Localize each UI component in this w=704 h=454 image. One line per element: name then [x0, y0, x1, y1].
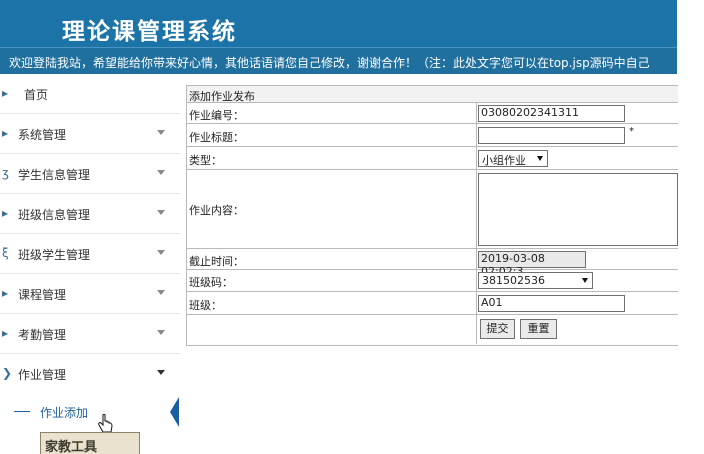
- homework-content-textarea[interactable]: [478, 173, 678, 246]
- form-row-homework-no: 作业编号： 03080202341311: [187, 103, 678, 124]
- sidebar-item-course[interactable]: ▸ 课程管理: [0, 274, 180, 314]
- app-header: 理论课管理系统 欢迎登陆我站，希望能给你带来好心情，其他话语请您自己修改，谢谢合…: [0, 0, 677, 74]
- book-icon: ▸: [2, 286, 9, 300]
- class-code-select[interactable]: 381502536: [478, 272, 593, 289]
- form-row-content: 作业内容：: [187, 170, 678, 249]
- type-select[interactable]: 小组作业: [478, 150, 548, 167]
- system-title: 理论课管理系统: [62, 18, 237, 45]
- row-divider: [476, 147, 477, 169]
- sidebar-item-label: 班级信息管理: [18, 208, 91, 222]
- form-row-class: 班级： A01: [187, 292, 678, 315]
- sidebar-item-label: 课程管理: [18, 288, 67, 302]
- form-row-homework-title: 作业标题： *: [187, 124, 678, 147]
- homework-no-input[interactable]: 03080202341311: [478, 105, 625, 122]
- field-label: 作业编号：: [189, 109, 244, 122]
- submit-button[interactable]: 提交: [480, 319, 515, 339]
- home-icon: ▸: [2, 86, 9, 100]
- field-label: 班级：: [189, 299, 222, 312]
- required-mark: *: [629, 126, 634, 137]
- class-input[interactable]: A01: [478, 295, 625, 312]
- form-row-deadline: 截止时间： 2019-03-08 02:02:3: [187, 249, 678, 278]
- sidebar-item-system[interactable]: ▸ 系统管理: [0, 114, 180, 154]
- sidebar-item-home[interactable]: ▸ 首页: [0, 74, 180, 114]
- row-divider: [476, 103, 477, 123]
- group-icon: ξ: [2, 246, 9, 260]
- form-row-type: 类型： 小组作业: [187, 147, 678, 170]
- clock-icon: ▸: [2, 326, 9, 340]
- homework-title-input[interactable]: [478, 127, 625, 144]
- user-icon: ʒ: [2, 166, 9, 180]
- sidebar-item-class-info[interactable]: ▸ 班级信息管理: [0, 194, 180, 234]
- field-label: 截止时间：: [189, 255, 244, 268]
- sidebar-menu: ▸ 首页 ▸ 系统管理 ʒ 学生信息管理 ▸ 班级信息管理 ξ 班级学生管理 ▸…: [0, 74, 180, 453]
- sidebar-item-label: 考勤管理: [18, 328, 67, 342]
- chevron-down-icon: [157, 170, 165, 175]
- chevron-down-icon: [157, 250, 165, 255]
- sidebar-item-class-student[interactable]: ξ 班级学生管理: [0, 234, 180, 274]
- submenu-dash: [14, 411, 30, 412]
- active-pointer-icon: [170, 397, 179, 427]
- sidebar-item-label: 学生信息管理: [18, 168, 91, 182]
- sidebar-item-label: 系统管理: [18, 128, 67, 142]
- chevron-down-icon: [157, 290, 165, 295]
- deadline-input[interactable]: 2019-03-08 02:02:3: [478, 251, 586, 278]
- field-label: 类型：: [189, 154, 222, 167]
- welcome-marquee: 欢迎登陆我站，希望能给你带来好心情，其他话语请您自己修改，谢谢合作！（注：此处文…: [0, 47, 677, 74]
- row-divider: [476, 249, 477, 269]
- sidebar-subitem-homework-add[interactable]: 作业添加: [0, 393, 180, 431]
- sidebar-item-label: 首页: [24, 88, 49, 102]
- dropdown-arrow-icon: [537, 156, 543, 161]
- type-select-value: 小组作业: [482, 154, 526, 167]
- row-divider: [476, 270, 477, 291]
- sidebar-item-homework[interactable]: ❯ 作业管理: [0, 354, 180, 394]
- submenu-label: 作业添加: [40, 406, 89, 420]
- gear-icon: ▸: [2, 126, 9, 140]
- tooltip-text: 家教工具: [45, 440, 98, 454]
- sidebar-item-label: 作业管理: [18, 368, 67, 382]
- row-divider: [476, 292, 477, 314]
- row-divider: [476, 124, 477, 146]
- form-title: 添加作业发布: [189, 90, 255, 103]
- task-icon: ❯: [2, 366, 13, 380]
- sidebar-item-label: 班级学生管理: [18, 248, 91, 262]
- row-divider: [476, 315, 477, 344]
- class-value: A01: [481, 296, 503, 309]
- row-divider: [476, 170, 477, 248]
- chevron-down-icon: [157, 370, 165, 375]
- sidebar-item-student-info[interactable]: ʒ 学生信息管理: [0, 154, 180, 194]
- class-icon: ▸: [2, 206, 9, 220]
- field-label: 班级码：: [189, 276, 233, 289]
- chevron-down-icon: [157, 130, 165, 135]
- form-row-class-code: 班级码： 381502536: [187, 270, 678, 292]
- marquee-text: 欢迎登陆我站，希望能给你带来好心情，其他话语请您自己修改，谢谢合作！（注：此处文…: [9, 56, 650, 70]
- tooltip-label: 家教工具: [40, 432, 140, 454]
- chevron-down-icon: [157, 210, 165, 215]
- form-title-bar: 添加作业发布: [187, 86, 678, 103]
- homework-form: 添加作业发布 作业编号： 03080202341311 作业标题： * 类型： …: [186, 85, 678, 346]
- class-code-value: 381502536: [482, 274, 545, 287]
- chevron-down-icon: [157, 330, 165, 335]
- reset-button[interactable]: 重置: [520, 319, 557, 339]
- homework-no-value: 03080202341311: [481, 106, 579, 119]
- sidebar-item-attendance[interactable]: ▸ 考勤管理: [0, 314, 180, 354]
- dropdown-arrow-icon: [582, 278, 588, 283]
- form-row-actions: 提交 重置: [187, 315, 678, 344]
- field-label: 作业标题：: [189, 131, 244, 144]
- field-label: 作业内容：: [189, 204, 244, 217]
